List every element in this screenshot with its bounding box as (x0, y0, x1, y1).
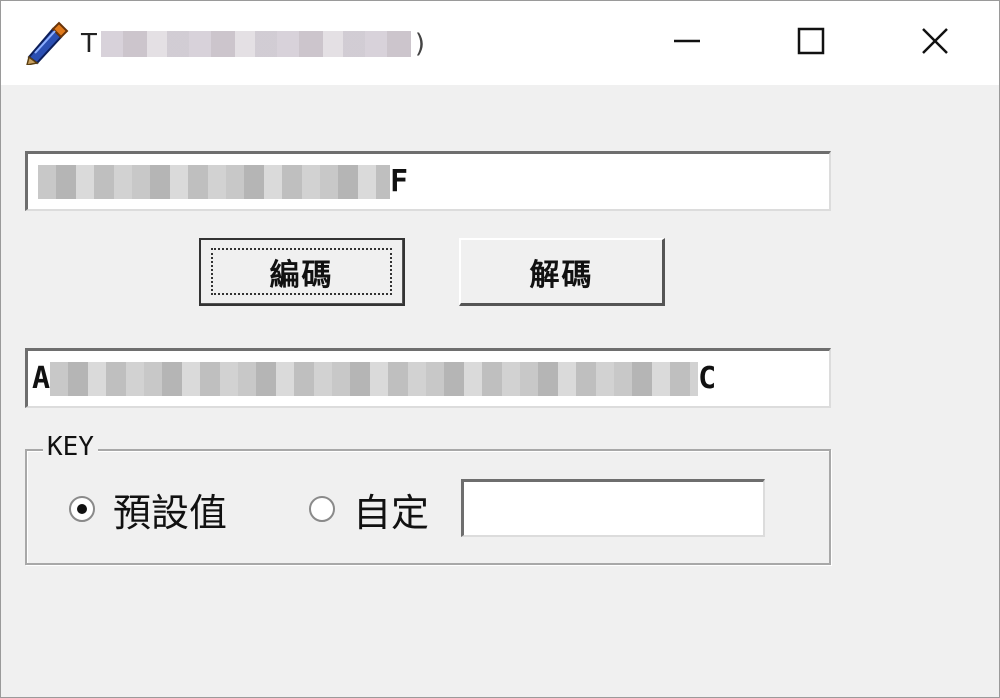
source-text-tail: F (390, 164, 409, 199)
close-button[interactable] (905, 11, 965, 71)
decode-button-label: 解碼 (529, 257, 594, 293)
radio-custom-key[interactable]: 自定 (309, 481, 429, 537)
radio-default-circle[interactable] (69, 496, 95, 522)
result-text-tail: C (698, 361, 717, 396)
radio-selected-dot (77, 504, 87, 514)
custom-key-input[interactable] (461, 479, 765, 537)
minimize-icon (674, 39, 700, 43)
window-title: T ) (81, 23, 425, 65)
app-window: T ) F 編碼 解碼 A C KEY 預設值 自定 (0, 0, 1000, 698)
source-text-input[interactable]: F (25, 151, 831, 211)
app-pen-icon (23, 21, 69, 66)
radio-custom-circle[interactable] (309, 496, 335, 522)
result-text-value: A C (28, 361, 716, 396)
title-text-end: ) (414, 29, 426, 59)
title-redacted-block (100, 31, 411, 57)
source-text-redacted (38, 164, 390, 199)
title-text-start: T (81, 29, 97, 59)
source-text-value: F (28, 164, 408, 199)
title-bar[interactable]: T ) (1, 1, 999, 85)
close-icon (922, 28, 948, 54)
encode-button[interactable]: 編碼 (199, 238, 405, 306)
decode-button[interactable]: 解碼 (459, 238, 665, 306)
radio-default-label: 預設值 (113, 490, 228, 535)
radio-default-key[interactable]: 預設值 (69, 481, 227, 537)
result-text-redacted (50, 361, 699, 396)
encode-button-label: 編碼 (269, 257, 334, 293)
maximize-button[interactable] (781, 11, 841, 71)
minimize-button[interactable] (657, 11, 717, 71)
radio-custom-label: 自定 (353, 490, 430, 535)
key-group-legend: KEY (43, 432, 98, 462)
maximize-icon (797, 27, 825, 55)
result-text-head: A (32, 361, 51, 396)
result-text-output[interactable]: A C (25, 348, 831, 408)
